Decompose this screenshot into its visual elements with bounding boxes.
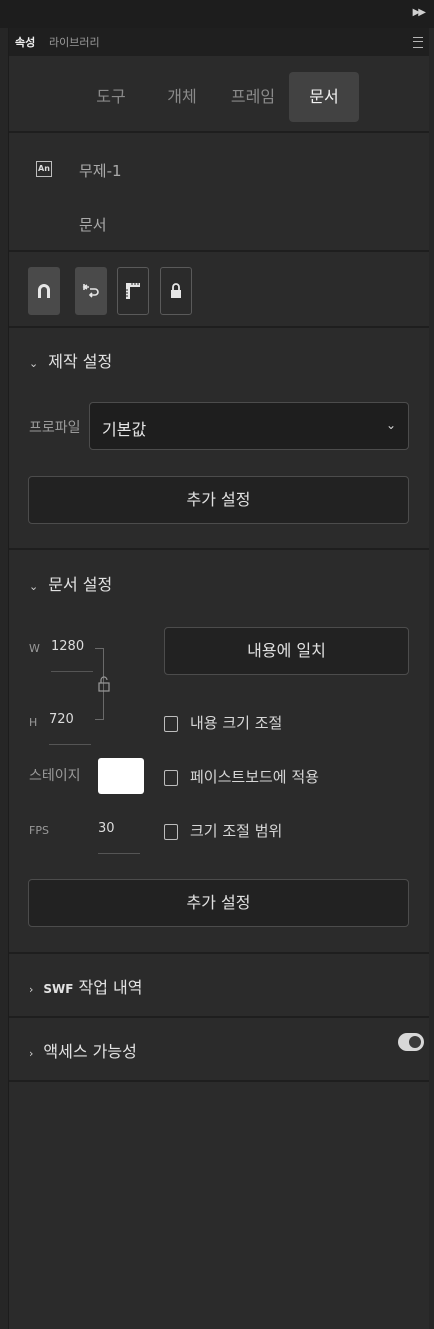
snap-button[interactable]	[28, 267, 60, 315]
document-type-label: 문서	[79, 216, 107, 234]
fps-label: FPS	[29, 824, 49, 837]
document-more-settings-button[interactable]: 추가 설정	[28, 879, 409, 927]
document-name: 무제-1	[79, 162, 122, 180]
scale-spans-label: 크기 조절 범위	[190, 822, 283, 840]
divider	[9, 1080, 429, 1082]
profile-dropdown[interactable]: 기본값 ⌄	[89, 402, 409, 450]
segment-document[interactable]: 문서	[289, 72, 359, 122]
lock-icon	[171, 283, 181, 298]
accessibility-header[interactable]: › 액세스 가능성	[29, 1038, 137, 1062]
apply-to-pasteboard-checkbox[interactable]	[164, 770, 178, 786]
height-label: H	[29, 716, 38, 729]
scale-content-checkbox[interactable]	[164, 716, 178, 732]
fps-underline	[98, 853, 140, 854]
fps-field[interactable]: 30	[98, 821, 115, 836]
animate-logo-icon: An	[36, 161, 52, 177]
unlock-proportions-icon[interactable]	[98, 676, 110, 692]
chevron-down-icon: ⌄	[385, 418, 396, 432]
divider	[9, 131, 429, 133]
document-settings-header[interactable]: ⌄ 문서 설정	[29, 571, 112, 595]
ruler-icon	[126, 283, 140, 299]
toggle-knob	[409, 1036, 421, 1048]
magnet-snap-icon	[38, 284, 50, 298]
divider	[9, 548, 429, 550]
apply-to-pasteboard-label: 페이스트보드에 적용	[190, 768, 319, 786]
swf-history-title: 작업 내역	[78, 978, 143, 997]
width-label: W	[29, 642, 40, 655]
width-underline	[51, 671, 93, 672]
height-field[interactable]: 720	[49, 712, 74, 727]
chevron-right-icon: ›	[29, 1047, 34, 1060]
stage-color-swatch[interactable]	[98, 758, 144, 794]
profile-value: 기본값	[102, 420, 147, 439]
chevron-right-icon: ›	[29, 983, 34, 996]
properties-panel: 속성 라이브러리 도구 개체 프레임 문서 An 무제-1 문서 ⌄ 제작 설정…	[8, 28, 429, 1329]
panel-top-strip: ▶▶	[0, 0, 434, 28]
tab-properties[interactable]: 속성	[15, 34, 35, 50]
tab-library[interactable]: 라이브러리	[49, 34, 100, 50]
undo-history-icon	[82, 284, 99, 298]
height-underline	[49, 744, 91, 745]
segment-frame[interactable]: 프레임	[218, 72, 288, 122]
accessibility-title: 액세스 가능성	[43, 1042, 137, 1061]
publish-settings-title: 제작 설정	[48, 352, 113, 371]
stage-label: 스테이지	[29, 768, 81, 784]
segment-object[interactable]: 개체	[147, 72, 217, 122]
scale-spans-checkbox[interactable]	[164, 824, 178, 840]
divider	[9, 326, 429, 328]
fit-to-contents-button[interactable]: 내용에 일치	[164, 627, 409, 675]
swf-history-header[interactable]: › SWF 작업 내역	[29, 974, 142, 998]
divider	[9, 1016, 429, 1018]
lock-button[interactable]	[160, 267, 192, 315]
divider	[9, 952, 429, 954]
accessibility-toggle[interactable]	[398, 1033, 424, 1051]
undo-history-button[interactable]	[75, 267, 107, 315]
double-chevron-right-icon[interactable]: ▶▶	[413, 7, 426, 18]
panel-tab-bar: 속성 라이브러리	[9, 28, 429, 56]
document-settings-title: 문서 설정	[48, 575, 113, 594]
divider	[9, 250, 429, 252]
profile-label: 프로파일	[29, 420, 81, 436]
swf-prefix: SWF	[43, 982, 74, 996]
panel-menu-icon[interactable]	[413, 37, 423, 48]
chevron-down-icon: ⌄	[29, 580, 39, 593]
publish-more-settings-button[interactable]: 추가 설정	[28, 476, 409, 524]
width-field[interactable]: 1280	[51, 639, 84, 654]
chevron-down-icon: ⌄	[29, 357, 39, 370]
ruler-button[interactable]	[117, 267, 149, 315]
publish-settings-header[interactable]: ⌄ 제작 설정	[29, 348, 112, 372]
segment-tool[interactable]: 도구	[76, 72, 146, 122]
scale-content-label: 내용 크기 조절	[190, 714, 283, 732]
